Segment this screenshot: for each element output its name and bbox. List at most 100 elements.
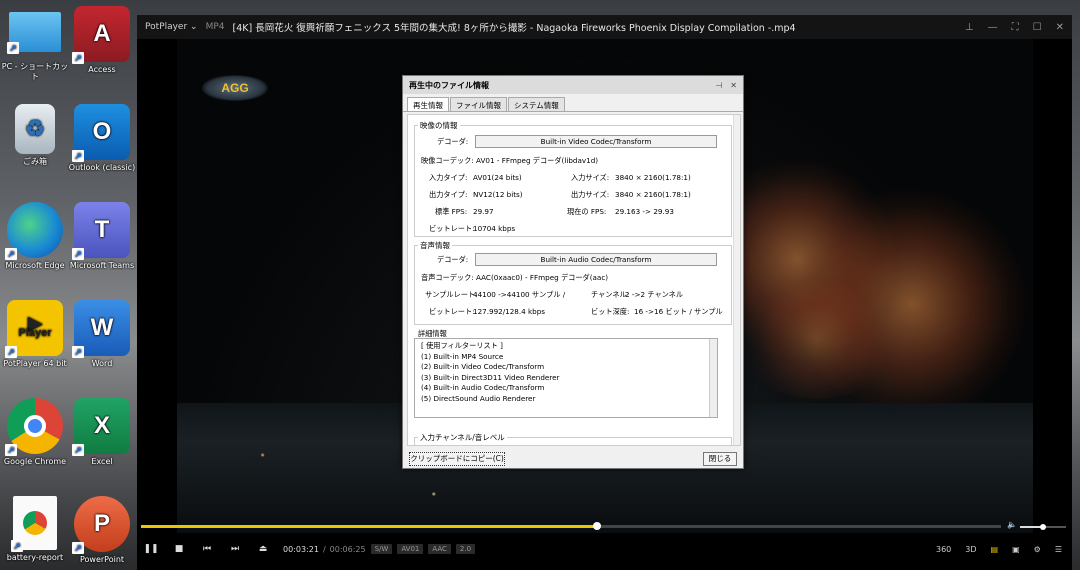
desktop-icon-excel[interactable]: X ↗ Excel <box>67 398 137 467</box>
fullscreen-icon[interactable]: ⛶ <box>1012 22 1019 33</box>
video-decoder-value[interactable]: Built-in Video Codec/Transform <box>475 135 717 148</box>
desktop-icon-outlook[interactable]: O ↗ Outlook (classic) <box>67 104 137 173</box>
desktop-icon-battery-report[interactable]: ↗ battery-report <box>0 496 70 563</box>
copy-to-clipboard-button[interactable]: クリップボードにコピー(C) <box>409 452 505 466</box>
video-info-group: 映像の情報 デコーダ: Built-in Video Codec/Transfo… <box>414 120 732 237</box>
tab-file-info[interactable]: ファイル情報 <box>450 97 507 111</box>
video-bitrate-value: 10704 kbps <box>473 224 516 233</box>
file-info-dialog[interactable]: 再生中のファイル情報 ⊣ ✕ 再生情報 ファイル情報 システム情報 映像の情報 デ… <box>402 75 744 469</box>
word-glyph: W <box>90 314 114 341</box>
media-title: [4K] 長岡花火 復興祈願フェニックス 5年間の集大成! 8ヶ所から撮影 - … <box>232 23 796 34</box>
pin-icon[interactable]: ⊥ <box>965 22 974 33</box>
cur-fps-value: 29.163 -> 29.93 <box>615 207 674 216</box>
previous-button[interactable]: ⏮ <box>193 544 221 554</box>
minimize-icon[interactable]: — <box>988 22 998 33</box>
shortcut-arrow-icon: ↗ <box>72 248 84 260</box>
speaker-icon[interactable]: 🔈 <box>1007 520 1017 529</box>
input-type-label: 入力タイプ: <box>429 173 468 182</box>
desktop-icon-label: Microsoft Teams <box>69 261 135 270</box>
decoder-tag[interactable]: S/W <box>370 544 393 554</box>
channel-tag[interactable]: 2.0 <box>455 544 476 554</box>
tab-playback-info[interactable]: 再生情報 <box>407 97 449 111</box>
shortcut-arrow-icon: ↗ <box>5 444 17 456</box>
output-size-label: 出力サイズ: <box>571 190 610 199</box>
desktop-icon-pc[interactable]: ↗ PC - ショートカット <box>0 6 70 82</box>
close-icon[interactable]: ✕ <box>1056 22 1064 33</box>
maximize-icon[interactable]: ☐ <box>1033 22 1042 33</box>
audio-decoder-value[interactable]: Built-in Audio Codec/Transform <box>475 253 717 266</box>
volume-knob[interactable] <box>1040 524 1046 530</box>
video-decoder-label: デコーダ: <box>437 137 469 146</box>
pin-icon[interactable]: ⊣ <box>715 81 722 90</box>
shortcut-arrow-icon: ↗ <box>72 444 84 456</box>
channel-label: チャンネル: <box>591 290 630 299</box>
input-size-label: 入力サイズ: <box>571 173 610 182</box>
desktop-icon-potplayer[interactable]: ▶ Player ↗ PotPlayer 64 bit <box>0 300 70 369</box>
vr-360-button[interactable]: 360 <box>936 545 951 554</box>
seek-bar[interactable] <box>141 522 1001 530</box>
video-codec-line: 映像コーデック: AV01 - FFmpeg デコーダ(libdav1d) <box>421 156 599 165</box>
dialog-title: 再生中のファイル情報 <box>409 80 489 90</box>
potplayer-icon: ▶ Player ↗ <box>5 300 63 358</box>
sample-rate-label: サンプルレート: <box>425 290 478 299</box>
info-scroll-area[interactable]: 映像の情報 デコーダ: Built-in Video Codec/Transfo… <box>407 114 741 446</box>
close-button[interactable]: 閉じる <box>703 452 737 466</box>
shortcut-arrow-icon: ↗ <box>5 346 17 358</box>
desktop-icon-label: PC - ショートカット <box>1 62 69 81</box>
powerpoint-icon: P ↗ <box>72 496 130 554</box>
pause-button[interactable]: ❚❚ <box>137 544 165 554</box>
desktop-icon-word[interactable]: W ↗ Word <box>67 300 137 369</box>
html-file-icon: ↗ <box>11 496 57 552</box>
channel-level-group: 入力チャンネル/音レベル <box>414 432 732 445</box>
desktop-icon-teams[interactable]: T ↗ Microsoft Teams <box>67 202 137 271</box>
channel-level-title: 入力チャンネル/音レベル <box>418 432 507 443</box>
video-codec-tag[interactable]: AV01 <box>397 544 424 554</box>
desktop-icon-label: ごみ箱 <box>23 157 47 166</box>
outlook-icon: O ↗ <box>72 104 130 162</box>
stop-button[interactable]: ■ <box>165 544 193 554</box>
desktop-icon-label: PotPlayer 64 bit <box>3 359 67 368</box>
player-title-bar[interactable]: PotPlayer ⌄ MP4 [4K] 長岡花火 復興祈願フェニックス 5年間… <box>137 15 1072 39</box>
close-icon[interactable]: ✕ <box>730 81 737 90</box>
audio-info-group: 音声情報 デコーダ: Built-in Audio Codec/Transfor… <box>414 240 732 325</box>
audio-codec-tag[interactable]: AAC <box>428 544 451 554</box>
playlist-icon[interactable]: ▣ <box>1012 545 1020 554</box>
access-glyph: A <box>93 20 111 47</box>
desktop-icon-label: Outlook (classic) <box>68 163 136 172</box>
firework-burst <box>737 279 897 399</box>
filter-list-header: [ 使用フィルターリスト ] <box>421 341 503 350</box>
filter-list-scrollbar[interactable] <box>709 339 717 417</box>
menu-icon[interactable]: ☰ <box>1055 545 1062 554</box>
desktop-icon-access[interactable]: A ↗ Access <box>67 6 137 75</box>
volume-control[interactable]: 🔈 <box>1007 520 1067 530</box>
eject-button[interactable]: ⏏ <box>249 544 277 554</box>
current-time: 00:03:21 <box>283 544 319 554</box>
app-menu-button[interactable]: PotPlayer ⌄ <box>145 22 198 32</box>
bit-depth-label: ビット深度: <box>591 307 630 316</box>
outlook-glyph: O <box>92 118 112 145</box>
desktop-icon-recycle-bin[interactable]: ♻ ごみ箱 <box>0 104 70 167</box>
tab-system-info[interactable]: システム情報 <box>508 97 565 111</box>
desktop-icon-label: Access <box>88 65 116 74</box>
channel-value: 2 ->2 チャンネル <box>625 290 684 299</box>
desktop-icon-label: battery-report <box>6 553 64 562</box>
video-bitrate-label: ビットレート: <box>429 224 475 233</box>
std-fps-value: 29.97 <box>473 207 494 216</box>
dialog-title-bar[interactable]: 再生中のファイル情報 ⊣ ✕ <box>403 76 743 94</box>
desktop-icon-label: Google Chrome <box>3 457 67 466</box>
3d-button[interactable]: 3D <box>965 545 976 554</box>
desktop-icon-chrome[interactable]: ↗ Google Chrome <box>0 398 70 467</box>
chrome-center-icon <box>24 415 46 437</box>
filter-list-box[interactable]: [ 使用フィルターリスト ] (1) Built-in MP4 Source (… <box>414 338 718 418</box>
seek-knob[interactable] <box>592 522 601 530</box>
desktop-icon-label: PowerPoint <box>79 555 125 564</box>
desktop-icon-edge[interactable]: ↗ Microsoft Edge <box>0 202 70 271</box>
desktop-icon-powerpoint[interactable]: P ↗ PowerPoint <box>67 496 137 565</box>
potplayer-glyph: Player <box>18 327 52 339</box>
settings-icon[interactable]: ⚙ <box>1034 545 1041 554</box>
input-size-value: 3840 × 2160(1.78:1) <box>615 173 691 182</box>
scrollbar[interactable] <box>733 115 740 445</box>
next-button[interactable]: ⏭ <box>221 544 249 554</box>
shortcut-arrow-icon: ↗ <box>72 150 84 162</box>
file-info-icon[interactable]: ▤ <box>991 545 999 554</box>
